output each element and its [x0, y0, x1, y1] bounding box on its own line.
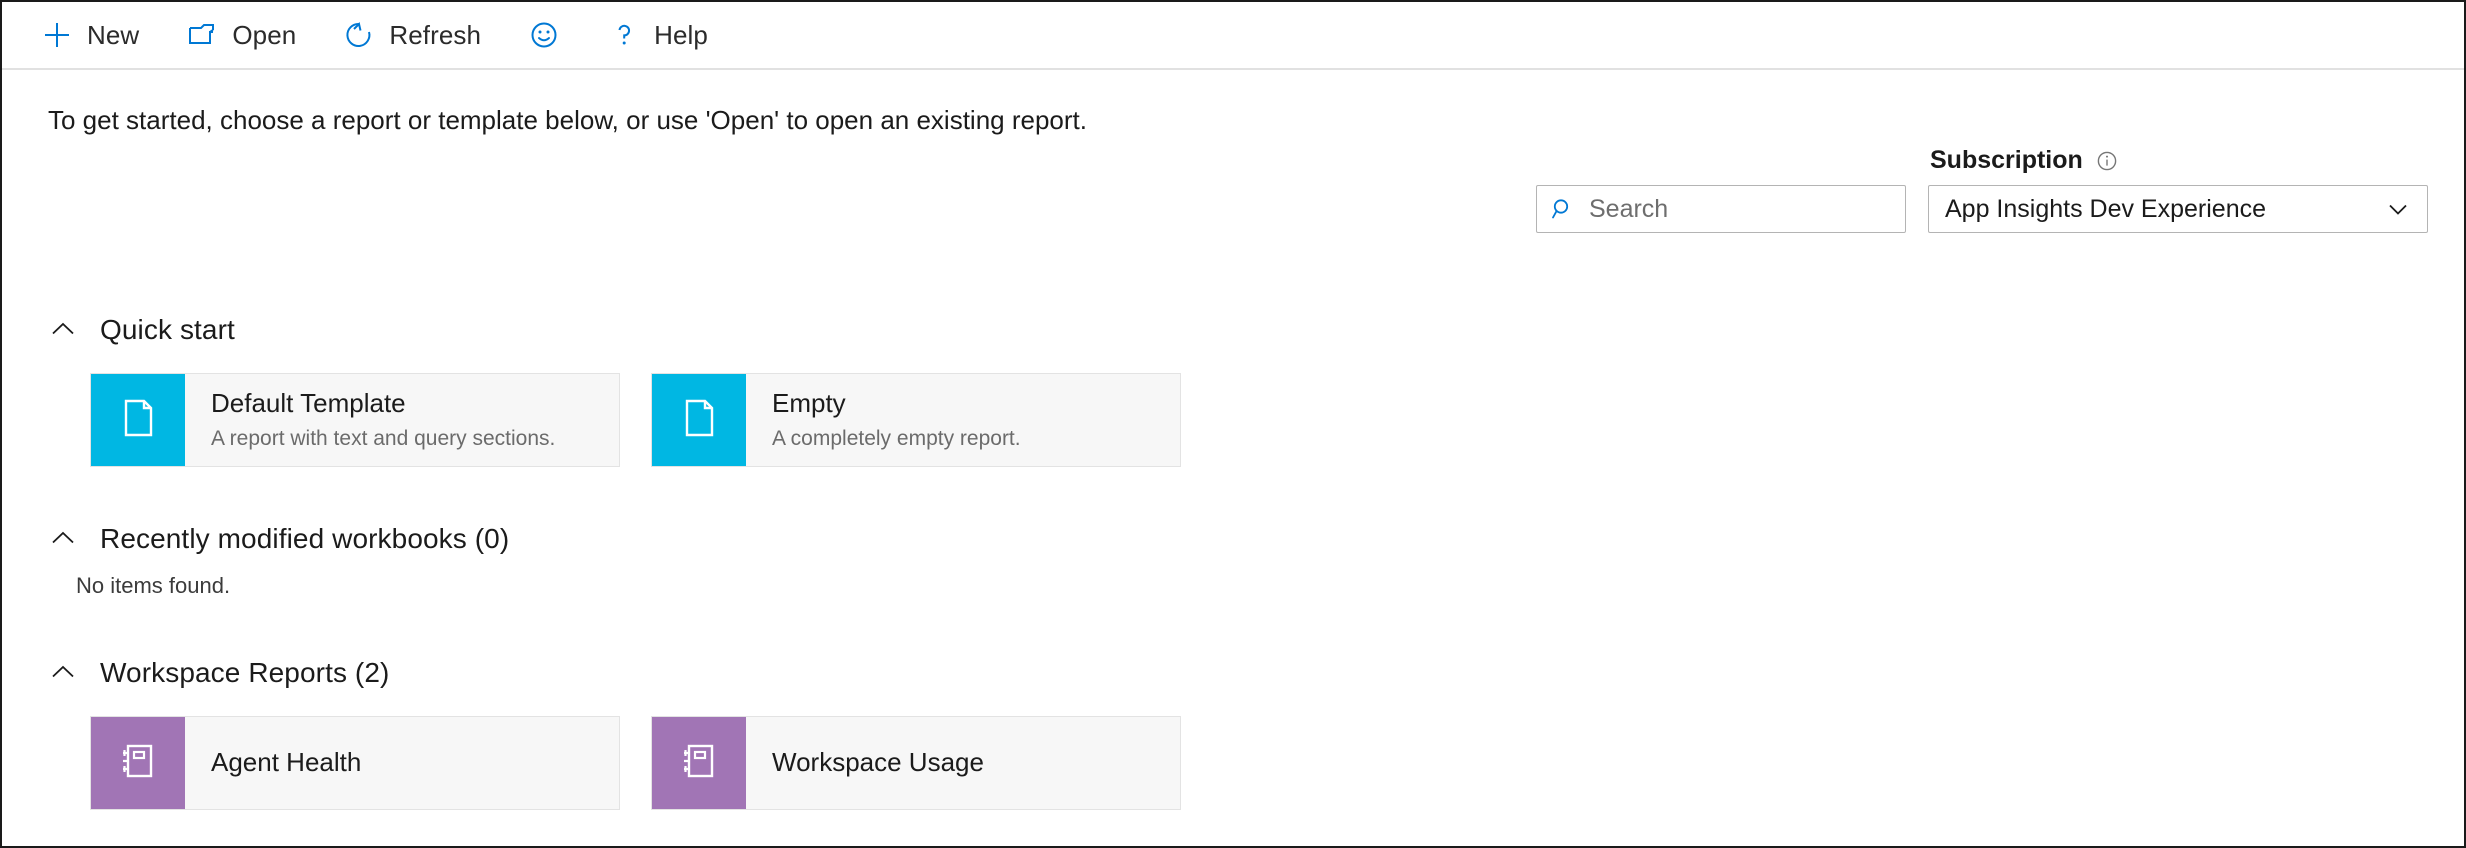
section-title-workspace-reports: Workspace Reports (2) [100, 657, 389, 689]
card-thumb-default-template [91, 374, 185, 466]
card-thumb-empty [652, 374, 746, 466]
section-workspace-reports: Workspace Reports (2) [2, 653, 2464, 810]
card-subtitle: A completely empty report. [772, 427, 1021, 451]
search-box[interactable] [1536, 185, 1906, 233]
refresh-button[interactable]: Refresh [342, 2, 499, 68]
subscription-dropdown[interactable]: App Insights Dev Experience [1928, 185, 2428, 233]
refresh-icon [342, 18, 376, 52]
search-icon [1551, 197, 1575, 221]
card-workspace-usage[interactable]: Workspace Usage [651, 716, 1181, 810]
section-recently-modified-workbooks: Recently modified workbooks (0) No items… [2, 519, 2464, 599]
workbook-icon [676, 738, 722, 789]
card-default-template[interactable]: Default Template A report with text and … [90, 373, 620, 467]
chevron-up-icon [48, 658, 78, 688]
card-body-agent-health: Agent Health [185, 717, 377, 809]
card-row-workspace-reports: Agent Health [2, 716, 2464, 810]
card-body-default-template: Default Template A report with text and … [185, 374, 571, 466]
folder-open-icon [185, 18, 219, 52]
open-button[interactable]: Open [185, 2, 314, 68]
section-header-recently-modified-workbooks[interactable]: Recently modified workbooks (0) [2, 519, 2464, 559]
card-thumb-workspace-usage [652, 717, 746, 809]
info-icon[interactable] [2095, 149, 2119, 173]
section-title-quick-start: Quick start [100, 314, 235, 346]
section-quick-start: Quick start De [2, 310, 2464, 467]
section-spacer [2, 467, 2464, 519]
workbooks-gallery-window: New Open Refresh [0, 0, 2466, 848]
document-icon [115, 395, 161, 446]
gallery-sections: Quick start De [2, 310, 2464, 810]
help-button-label: Help [654, 22, 708, 48]
card-empty[interactable]: Empty A completely empty report. [651, 373, 1181, 467]
section-header-quick-start[interactable]: Quick start [2, 310, 2464, 350]
open-button-label: Open [232, 22, 296, 48]
section-title-recently-modified-workbooks: Recently modified workbooks (0) [100, 523, 509, 555]
card-body-empty: Empty A completely empty report. [746, 374, 1037, 466]
subscription-filter: Subscription App Insights Dev Experience [1928, 146, 2428, 233]
gallery-filters: Subscription App Insights Dev Experience [1536, 146, 2428, 233]
card-thumb-agent-health [91, 717, 185, 809]
feedback-button[interactable] [527, 2, 579, 68]
card-title: Empty [772, 389, 1021, 418]
plus-icon [40, 18, 74, 52]
card-subtitle: A report with text and query sections. [211, 427, 555, 451]
card-agent-health[interactable]: Agent Health [90, 716, 620, 810]
chevron-down-icon [2385, 196, 2411, 222]
card-title: Default Template [211, 389, 555, 418]
chevron-up-icon [48, 524, 78, 554]
card-body-workspace-usage: Workspace Usage [746, 717, 1000, 809]
new-button[interactable]: New [40, 2, 157, 68]
question-mark-icon [607, 18, 641, 52]
card-title: Agent Health [211, 748, 361, 777]
section-header-workspace-reports[interactable]: Workspace Reports (2) [2, 653, 2464, 693]
empty-state-message: No items found. [2, 573, 2464, 599]
new-button-label: New [87, 22, 139, 48]
feedback-smiley-icon [527, 18, 561, 52]
intro-text: To get started, choose a report or templ… [48, 105, 1087, 136]
section-spacer [2, 599, 2464, 653]
card-title: Workspace Usage [772, 748, 984, 777]
card-row-quick-start: Default Template A report with text and … [2, 373, 2464, 467]
command-bar: New Open Refresh [2, 2, 2464, 70]
workbook-icon [115, 738, 161, 789]
chevron-up-icon [48, 315, 78, 345]
refresh-button-label: Refresh [389, 22, 481, 48]
search-input[interactable] [1587, 194, 1895, 225]
help-button[interactable]: Help [607, 2, 726, 68]
subscription-selected-value: App Insights Dev Experience [1945, 195, 2266, 224]
subscription-label: Subscription [1930, 146, 2083, 175]
subscription-label-row: Subscription [1928, 146, 2428, 175]
document-icon [676, 395, 722, 446]
